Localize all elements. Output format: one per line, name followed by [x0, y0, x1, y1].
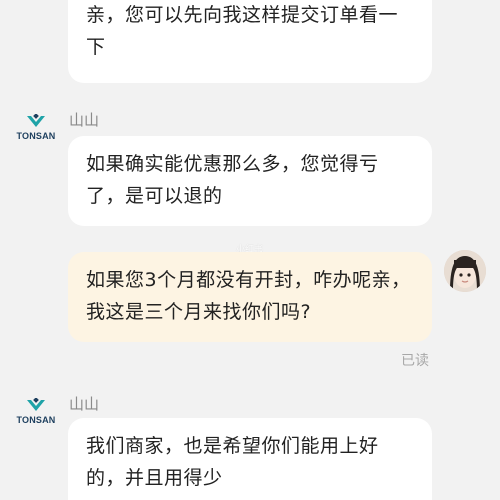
sender-name: 山山 [69, 395, 100, 413]
message-bubble[interactable]: 如果确实能优惠那么多，您觉得亏了，是可以退的 [68, 136, 432, 226]
tonsan-logo-icon [27, 114, 45, 127]
tonsan-logo-avatar[interactable]: TONSAN [12, 114, 60, 148]
message-bubble[interactable]: 亲，您可以先向我这样提交订单看一下 [68, 0, 432, 83]
read-status: 已读 [401, 353, 429, 369]
user-avatar-icon [444, 250, 486, 292]
brand-name: TONSAN [16, 131, 56, 141]
message-bubble[interactable]: 如果您3个月都没有开封，咋办呢亲，我这是三个月来找你们吗? [68, 252, 432, 342]
message-bubble[interactable]: 我们商家，也是希望你们能用上好的，并且用得少 [68, 418, 432, 500]
tonsan-logo-avatar[interactable]: TONSAN [12, 398, 60, 432]
sender-name: 山山 [69, 111, 100, 129]
tonsan-logo-icon [27, 398, 45, 411]
brand-name: TONSAN [16, 415, 56, 425]
user-avatar[interactable] [444, 250, 486, 292]
chat-window: 亲，您可以先向我这样提交订单看一下 TONSAN 山山 如果确实能优惠那么多，您… [0, 0, 500, 500]
